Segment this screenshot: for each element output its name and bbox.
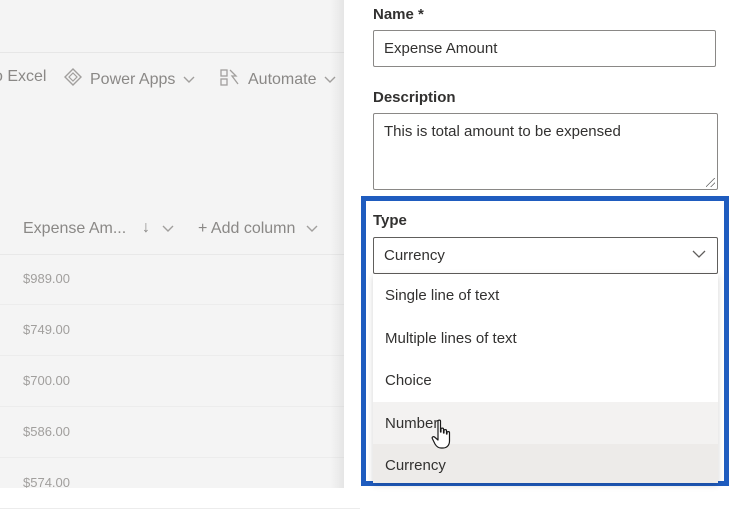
cell-amount: $989.00 xyxy=(23,271,70,286)
table-row[interactable]: $700.00 xyxy=(0,356,360,407)
table-row[interactable]: $574.00 xyxy=(0,458,360,509)
description-textarea[interactable]: This is total amount to be expensed xyxy=(373,113,718,190)
resize-handle-icon[interactable] xyxy=(706,178,715,187)
chevron-down-icon xyxy=(183,73,195,87)
table-row[interactable]: $989.00 xyxy=(0,254,360,305)
chevron-down-icon xyxy=(306,222,318,236)
power-apps-label: Power Apps xyxy=(90,70,176,88)
chevron-down-icon xyxy=(691,246,707,262)
command-bar: o Excel Power Apps Automate xyxy=(0,52,360,105)
name-label: Name * xyxy=(373,6,424,23)
option-currency[interactable]: Currency xyxy=(373,444,718,483)
power-apps-button[interactable]: Power Apps xyxy=(64,68,195,91)
type-options-list: Single line of text Multiple lines of te… xyxy=(373,274,718,483)
description-label: Description xyxy=(373,89,456,106)
panel-shadow xyxy=(330,0,344,488)
option-choice[interactable]: Choice xyxy=(373,359,718,402)
option-number[interactable]: Number xyxy=(373,401,718,444)
cell-amount: $700.00 xyxy=(23,373,70,388)
option-multiple-lines-of-text[interactable]: Multiple lines of text xyxy=(373,317,718,360)
chevron-down-icon[interactable] xyxy=(162,222,174,236)
option-single-line-of-text[interactable]: Single line of text xyxy=(373,274,718,317)
table-row[interactable]: $586.00 xyxy=(0,407,360,458)
power-apps-icon xyxy=(64,68,82,91)
cell-amount: $749.00 xyxy=(23,322,70,337)
name-input[interactable]: Expense Amount xyxy=(373,30,716,67)
type-dropdown-value: Currency xyxy=(384,247,445,264)
sort-descending-icon: ↓ xyxy=(142,219,150,236)
type-dropdown[interactable]: Currency xyxy=(373,237,718,274)
export-excel-label: o Excel xyxy=(0,68,47,85)
automate-label: Automate xyxy=(248,70,317,88)
table-row[interactable]: $749.00 xyxy=(0,305,360,356)
add-column-button[interactable]: + Add column xyxy=(198,220,318,238)
description-text: This is total amount to be expensed xyxy=(384,123,621,140)
automate-button[interactable]: Automate xyxy=(220,68,336,91)
column-header-row: Expense Am... ↓ + Add column xyxy=(0,206,360,255)
automate-icon xyxy=(220,68,240,91)
add-column-label: + Add column xyxy=(198,220,296,237)
cell-amount: $586.00 xyxy=(23,424,70,439)
export-excel-button[interactable]: o Excel xyxy=(0,68,46,86)
list-rows: $989.00 $749.00 $700.00 $586.00 $574.00 xyxy=(0,254,360,509)
column-header-expense-amount[interactable]: Expense Am... xyxy=(23,220,126,238)
hand-pointer-cursor-icon xyxy=(431,419,455,451)
